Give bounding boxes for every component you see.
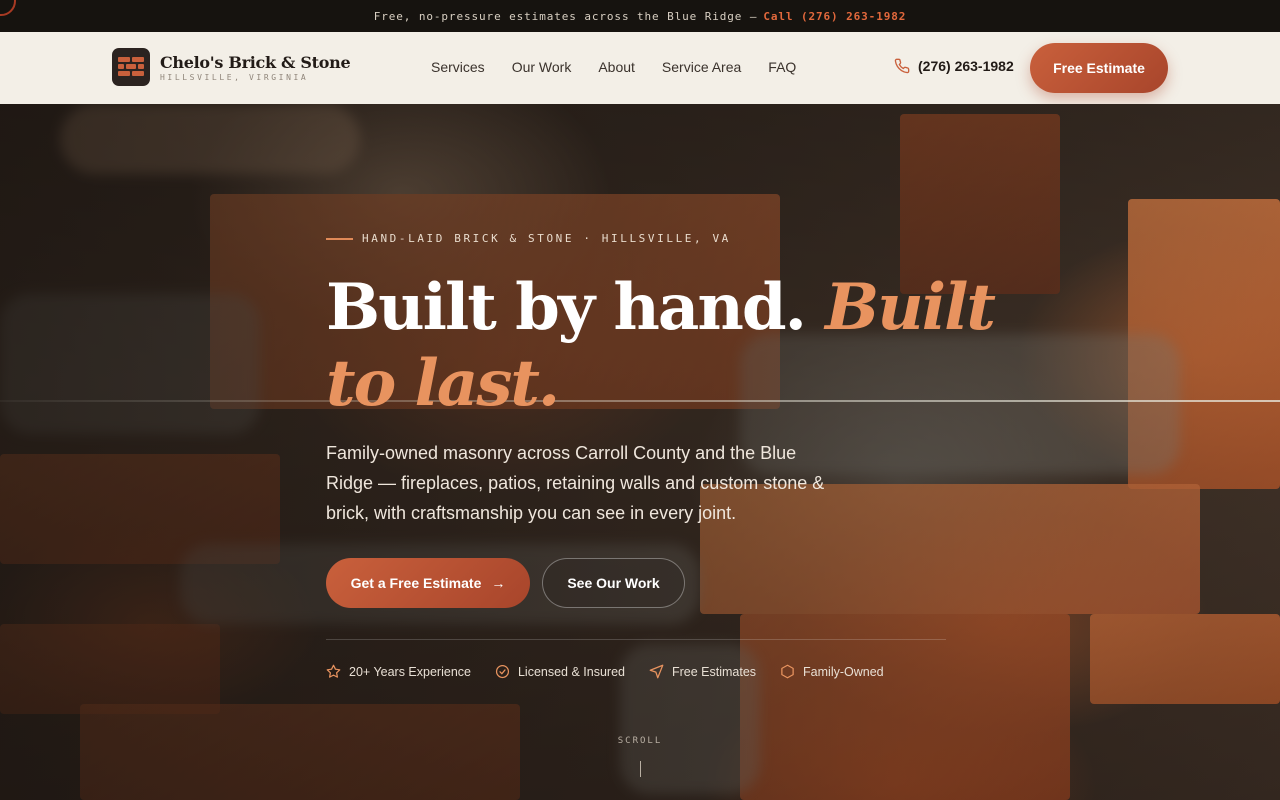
hero-divider [326, 639, 946, 640]
headline-main: Built by hand. [326, 270, 826, 345]
header-phone-number: (276) 263-1982 [918, 58, 1014, 74]
brand-name: Chelo's Brick & Stone [160, 52, 351, 72]
hero-section: HAND-LAID BRICK & STONE · HILLSVILLE, VA… [0, 104, 1280, 800]
scroll-label: SCROLL [617, 736, 663, 746]
get-free-estimate-label: Get a Free Estimate [350, 575, 482, 591]
see-our-work-button[interactable]: See Our Work [542, 558, 685, 608]
brand-logo-link[interactable]: Chelo's Brick & Stone HILLSVILLE, VIRGIN… [112, 48, 351, 86]
trust-item-estimates: Free Estimates [649, 664, 756, 679]
announcement-call-link[interactable]: Call (276) 263-1982 [763, 10, 906, 23]
brick-wall-icon [112, 48, 150, 86]
send-icon [649, 664, 664, 679]
get-free-estimate-button[interactable]: Get a Free Estimate → [326, 558, 530, 608]
free-estimate-button[interactable]: Free Estimate [1030, 43, 1168, 93]
nav-service-area[interactable]: Service Area [662, 59, 741, 75]
trust-item-licensed: Licensed & Insured [495, 664, 625, 679]
star-icon [326, 664, 341, 678]
trust-label: Family-Owned [803, 664, 884, 679]
announcement-text: Free, no-pressure estimates across the B… [373, 9, 758, 23]
site-header: Chelo's Brick & Stone HILLSVILLE, VIRGIN… [0, 32, 1280, 104]
hero-eyebrow-text: HAND-LAID BRICK & STONE · HILLSVILLE, VA [362, 232, 731, 245]
decorative-ring [0, 0, 16, 16]
trust-label: 20+ Years Experience [349, 664, 471, 679]
check-circle-icon [495, 664, 510, 679]
main-nav: Services Our Work About Service Area FAQ [431, 59, 823, 75]
brand-location: HILLSVILLE, VIRGINIA [160, 72, 309, 82]
trust-label: Free Estimates [671, 664, 757, 679]
nav-faq[interactable]: FAQ [768, 59, 796, 75]
trust-item-experience: 20+ Years Experience [326, 664, 471, 679]
nav-our-work[interactable]: Our Work [512, 59, 572, 75]
shield-icon [781, 664, 794, 679]
scroll-indicator[interactable]: SCROLL [600, 728, 680, 777]
hero-headline: Built by hand. Built to last. [326, 270, 1006, 422]
scroll-line [639, 761, 641, 777]
header-phone-link[interactable]: (276) 263-1982 [894, 58, 1014, 74]
hero-subtext: Family-owned masonry across Carroll Coun… [326, 443, 825, 523]
trust-badges: 20+ Years Experience Licensed & Insured … [326, 664, 908, 679]
trust-item-family: Family-Owned [780, 664, 884, 679]
announcement-bar: Free, no-pressure estimates across the B… [0, 0, 1280, 32]
phone-icon [894, 58, 910, 74]
arrow-right-icon: → [491, 575, 506, 591]
hero-eyebrow: HAND-LAID BRICK & STONE · HILLSVILLE, VA [326, 232, 731, 245]
trust-label: Licensed & Insured [517, 664, 625, 679]
nav-services[interactable]: Services [431, 59, 485, 75]
nav-about[interactable]: About [598, 59, 635, 75]
